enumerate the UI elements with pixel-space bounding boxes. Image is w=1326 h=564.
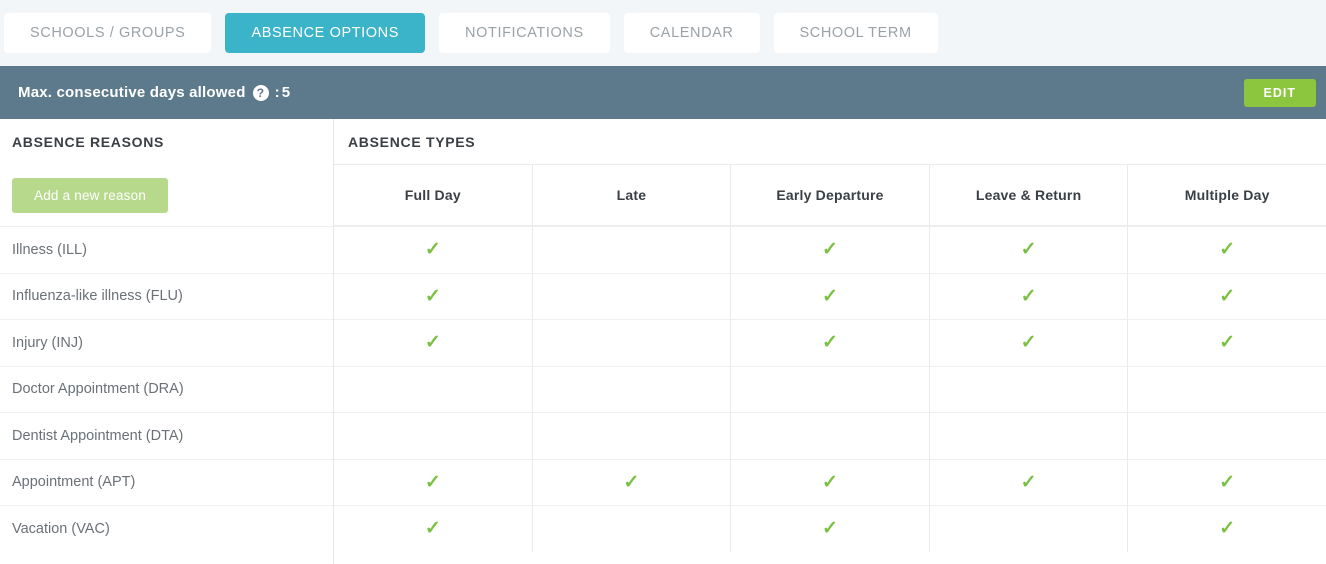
checkmark-icon[interactable]: ✓ — [1219, 519, 1235, 538]
setting-value: 5 — [282, 84, 291, 101]
empty-cell[interactable] — [533, 506, 732, 552]
settings-bar: Max. consecutive days allowed ? : 5 EDIT — [0, 66, 1326, 119]
empty-cell[interactable] — [533, 320, 732, 366]
empty-cell[interactable] — [1128, 413, 1326, 459]
empty-cell[interactable] — [731, 367, 930, 413]
checked-cell[interactable]: ✓ — [334, 460, 533, 506]
checkmark-icon[interactable]: ✓ — [822, 240, 838, 259]
empty-cell[interactable] — [731, 413, 930, 459]
absence-reason-list: Illness (ILL)Influenza-like illness (FLU… — [0, 226, 333, 552]
add-new-reason-button[interactable]: Add a new reason — [12, 178, 168, 213]
edit-button[interactable]: EDIT — [1244, 79, 1316, 107]
checkmark-icon[interactable]: ✓ — [425, 473, 441, 492]
absence-reason-label: Dentist Appointment (DTA) — [0, 412, 333, 459]
add-reason-row: Add a new reason — [0, 164, 333, 226]
checkmark-icon[interactable]: ✓ — [425, 240, 441, 259]
checked-cell[interactable]: ✓ — [930, 460, 1129, 506]
checked-cell[interactable]: ✓ — [1128, 506, 1326, 552]
checked-cell[interactable]: ✓ — [533, 460, 732, 506]
tab-bar: SCHOOLS / GROUPS ABSENCE OPTIONS NOTIFICAT… — [0, 0, 1326, 66]
checkmark-icon[interactable]: ✓ — [1021, 473, 1037, 492]
absence-reason-label: Appointment (APT) — [0, 459, 333, 506]
checkmark-icon[interactable]: ✓ — [1219, 333, 1235, 352]
checked-cell[interactable]: ✓ — [930, 320, 1129, 366]
absence-types-grid: ✓ ✓ ✓ ✓ ✓ ✓ ✓ ✓ ✓ ✓ ✓ ✓ ✓ ✓ ✓ ✓ ✓ ✓ ✓ ✓ — [334, 226, 1326, 552]
checked-cell[interactable]: ✓ — [930, 274, 1129, 320]
column-header-leave-return: Leave & Return — [930, 165, 1129, 225]
absence-reason-label: Vacation (VAC) — [0, 505, 333, 552]
checked-cell[interactable]: ✓ — [731, 274, 930, 320]
checkmark-icon[interactable]: ✓ — [1219, 473, 1235, 492]
column-header-multiple-day: Multiple Day — [1128, 165, 1326, 225]
absence-reasons-column: ABSENCE REASONS Add a new reason Illness… — [0, 119, 334, 564]
absence-reason-label: Illness (ILL) — [0, 226, 333, 273]
column-header-full-day: Full Day — [334, 165, 533, 225]
table-row — [334, 412, 1326, 459]
checkmark-icon[interactable]: ✓ — [1219, 287, 1235, 306]
checked-cell[interactable]: ✓ — [731, 227, 930, 273]
tab-school-term[interactable]: SCHOOL TERM — [774, 13, 938, 53]
checked-cell[interactable]: ✓ — [334, 274, 533, 320]
checkmark-icon[interactable]: ✓ — [1021, 240, 1037, 259]
absence-reason-label: Influenza-like illness (FLU) — [0, 273, 333, 320]
tab-notifications[interactable]: NOTIFICATIONS — [439, 13, 610, 53]
checkmark-icon[interactable]: ✓ — [425, 519, 441, 538]
empty-cell[interactable] — [930, 413, 1129, 459]
table-row: ✓ ✓ ✓ ✓ — [334, 319, 1326, 366]
table-row: ✓ ✓ ✓ ✓ — [334, 273, 1326, 320]
empty-cell[interactable] — [533, 274, 732, 320]
column-header-early-departure: Early Departure — [731, 165, 930, 225]
help-circle-icon[interactable]: ? — [253, 85, 269, 101]
checked-cell[interactable]: ✓ — [1128, 320, 1326, 366]
absence-options-table: ABSENCE REASONS Add a new reason Illness… — [0, 119, 1326, 564]
checkmark-icon[interactable]: ✓ — [425, 287, 441, 306]
checked-cell[interactable]: ✓ — [1128, 460, 1326, 506]
table-row: ✓ ✓ ✓ ✓ — [334, 226, 1326, 273]
checkmark-icon[interactable]: ✓ — [1219, 240, 1235, 259]
checkmark-icon[interactable]: ✓ — [822, 473, 838, 492]
empty-cell[interactable] — [930, 506, 1129, 552]
empty-cell[interactable] — [533, 367, 732, 413]
table-row: ✓ ✓ ✓ ✓ ✓ — [334, 459, 1326, 506]
checked-cell[interactable]: ✓ — [334, 506, 533, 552]
checkmark-icon[interactable]: ✓ — [1021, 333, 1037, 352]
empty-cell[interactable] — [533, 413, 732, 459]
setting-label-text: Max. consecutive days allowed — [18, 84, 246, 101]
checkmark-icon[interactable]: ✓ — [822, 519, 838, 538]
max-consecutive-days-setting: Max. consecutive days allowed ? : 5 — [18, 84, 290, 101]
empty-cell[interactable] — [334, 367, 533, 413]
absence-types-column: ABSENCE TYPES Full DayLateEarly Departur… — [334, 119, 1326, 564]
column-header-late: Late — [533, 165, 732, 225]
checked-cell[interactable]: ✓ — [1128, 274, 1326, 320]
table-row: ✓ ✓ ✓ — [334, 505, 1326, 552]
checked-cell[interactable]: ✓ — [334, 227, 533, 273]
absence-types-heading: ABSENCE TYPES — [334, 119, 1326, 164]
checkmark-icon[interactable]: ✓ — [1021, 287, 1037, 306]
empty-cell[interactable] — [930, 367, 1129, 413]
checkmark-icon[interactable]: ✓ — [822, 333, 838, 352]
table-row — [334, 366, 1326, 413]
checked-cell[interactable]: ✓ — [1128, 227, 1326, 273]
tab-schools-groups[interactable]: SCHOOLS / GROUPS — [4, 13, 211, 53]
absence-reasons-heading: ABSENCE REASONS — [0, 119, 333, 164]
tab-calendar[interactable]: CALENDAR — [624, 13, 760, 53]
empty-cell[interactable] — [533, 227, 732, 273]
tab-absence-options[interactable]: ABSENCE OPTIONS — [225, 13, 425, 53]
checkmark-icon[interactable]: ✓ — [425, 333, 441, 352]
absence-types-header-row: Full DayLateEarly DepartureLeave & Retur… — [334, 164, 1326, 226]
checked-cell[interactable]: ✓ — [334, 320, 533, 366]
checkmark-icon[interactable]: ✓ — [822, 287, 838, 306]
absence-reason-label: Injury (INJ) — [0, 319, 333, 366]
absence-reason-label: Doctor Appointment (DRA) — [0, 366, 333, 413]
empty-cell[interactable] — [1128, 367, 1326, 413]
checked-cell[interactable]: ✓ — [731, 506, 930, 552]
checkmark-icon[interactable]: ✓ — [623, 473, 639, 492]
checked-cell[interactable]: ✓ — [930, 227, 1129, 273]
checked-cell[interactable]: ✓ — [731, 460, 930, 506]
checked-cell[interactable]: ✓ — [731, 320, 930, 366]
setting-separator: : — [275, 84, 280, 101]
empty-cell[interactable] — [334, 413, 533, 459]
